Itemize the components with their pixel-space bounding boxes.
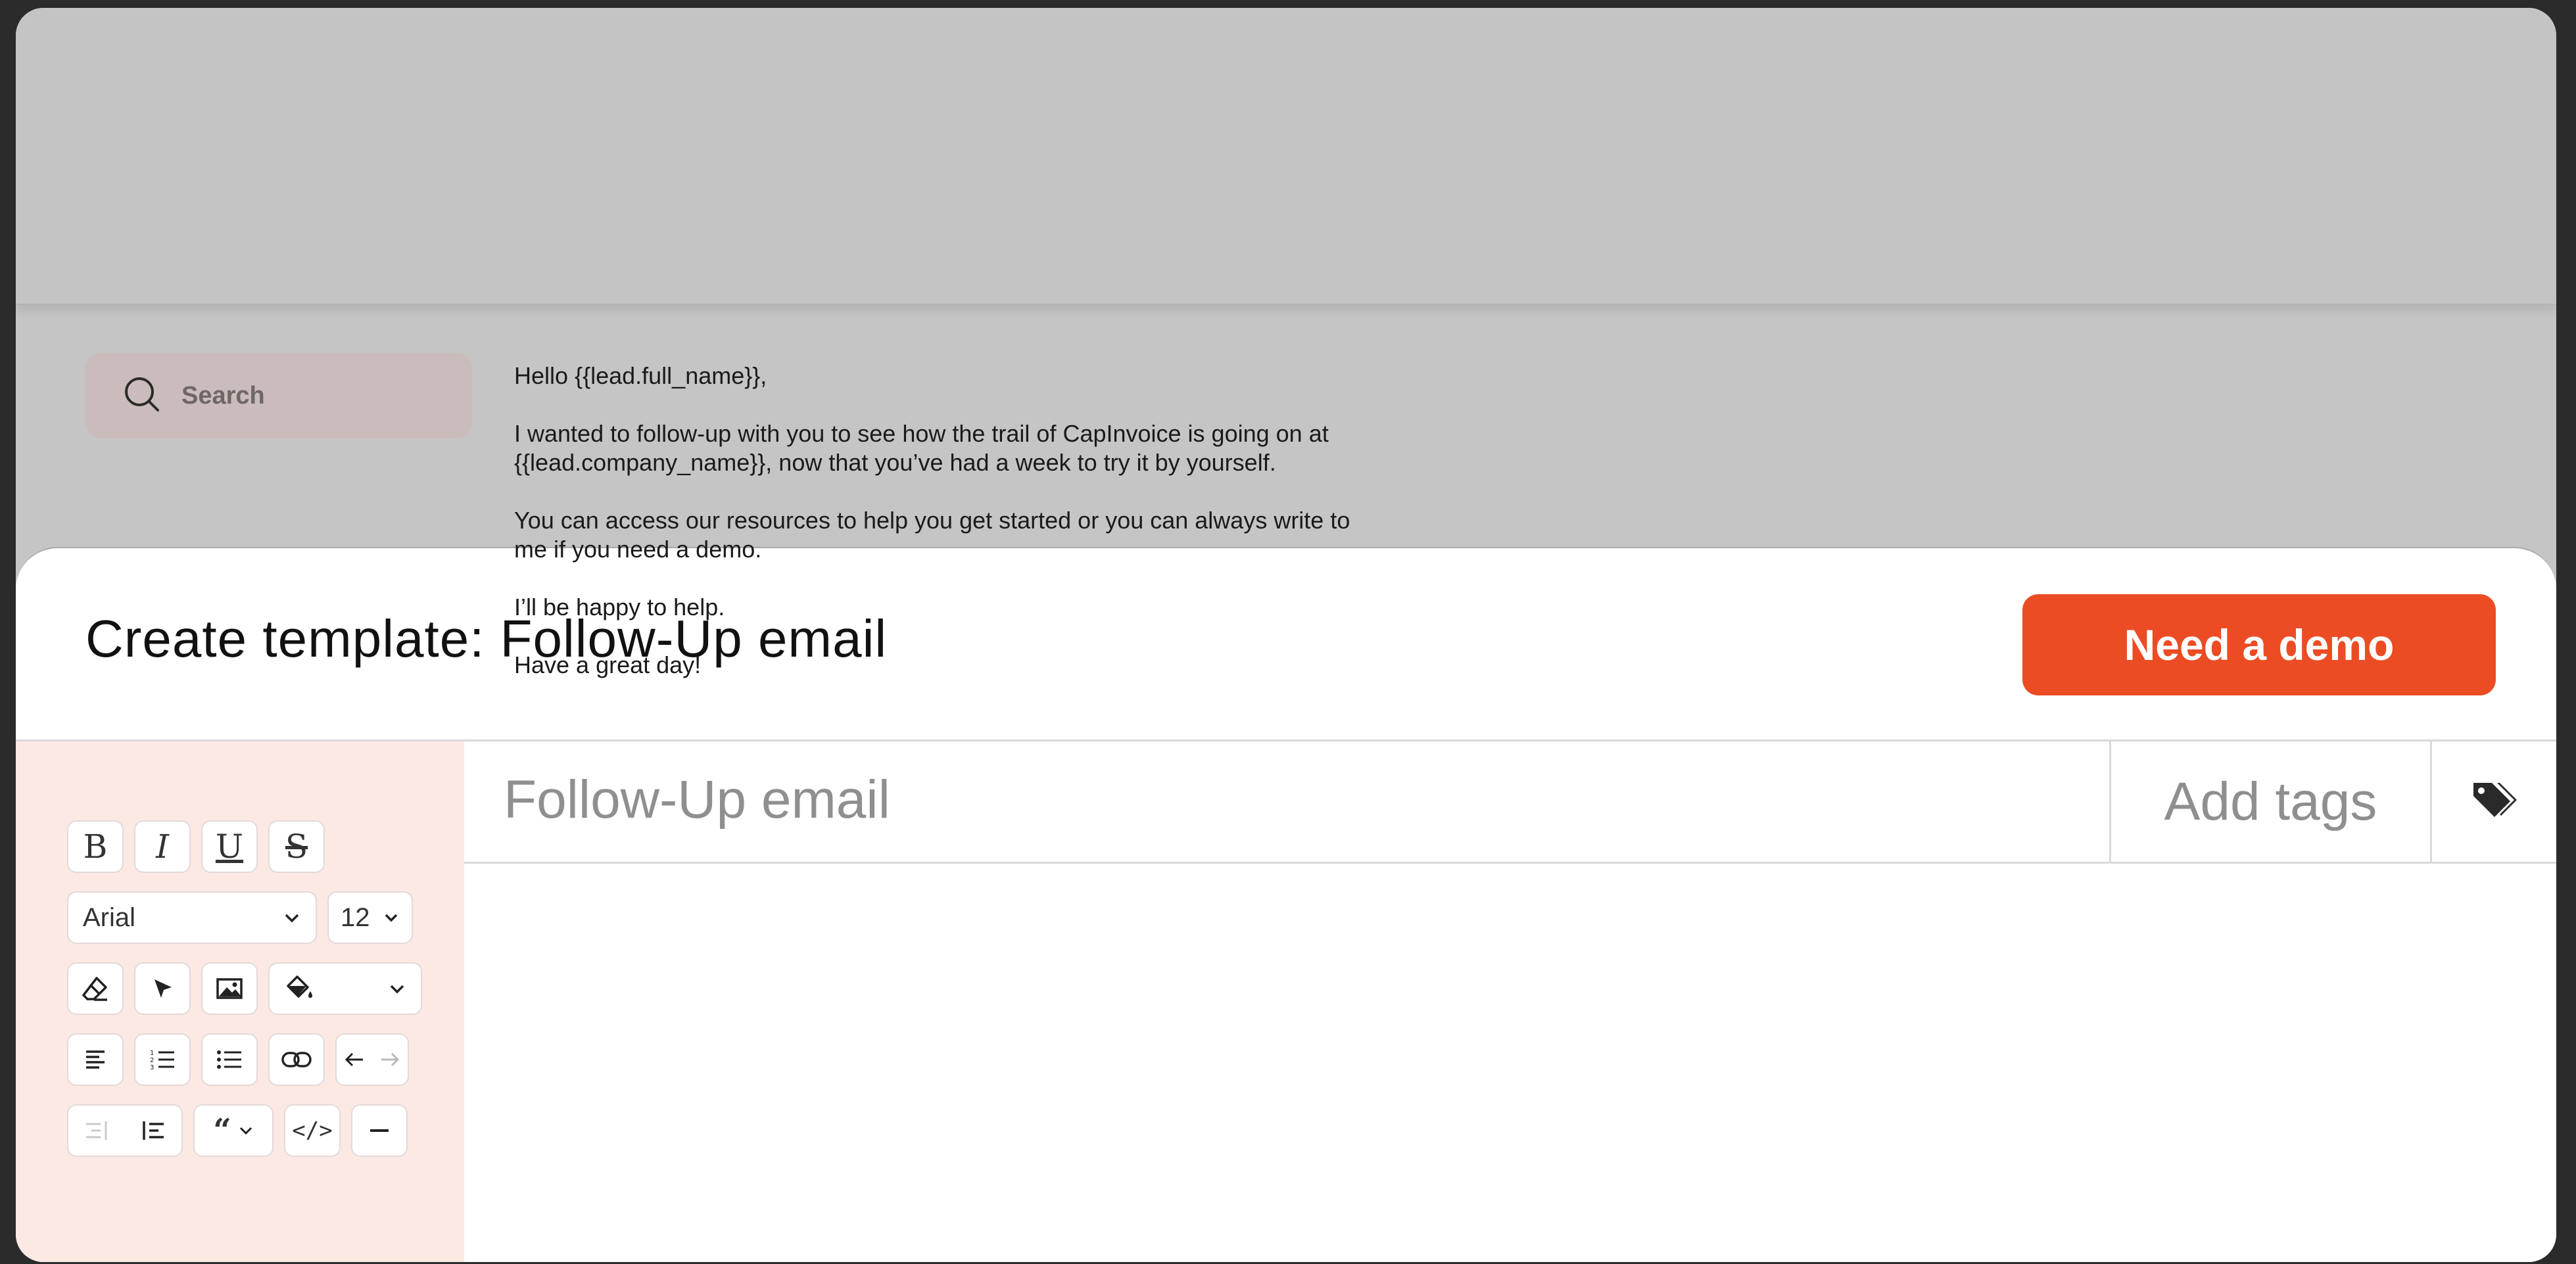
italic-button[interactable]: I bbox=[134, 820, 191, 873]
align-left-button[interactable] bbox=[67, 1033, 124, 1086]
image-icon bbox=[215, 975, 244, 1002]
insert-link-button[interactable] bbox=[268, 1033, 325, 1086]
svg-text:2: 2 bbox=[150, 1057, 154, 1064]
redo-icon[interactable] bbox=[379, 1050, 401, 1069]
font-family-value: Arial bbox=[83, 902, 136, 932]
bullet-list-icon bbox=[215, 1046, 244, 1073]
eraser-icon bbox=[81, 974, 110, 1003]
fill-color-select[interactable] bbox=[268, 962, 422, 1015]
outdent-icon[interactable] bbox=[83, 1119, 110, 1142]
body-line: I wanted to follow-up with you to see ho… bbox=[514, 420, 1329, 447]
need-demo-button[interactable]: Need a demo bbox=[2022, 594, 2496, 695]
link-icon bbox=[281, 1050, 312, 1069]
search-input[interactable]: Search bbox=[181, 382, 265, 410]
search-icon bbox=[122, 375, 162, 417]
chevron-down-icon bbox=[388, 982, 406, 995]
body-line: You can access our resources to help you… bbox=[514, 507, 1350, 534]
code-icon: </> bbox=[292, 1117, 333, 1144]
select-button[interactable] bbox=[134, 962, 191, 1015]
undo-icon[interactable] bbox=[343, 1050, 366, 1069]
body-closing: Have a great day! bbox=[514, 651, 702, 678]
body-paragraph: I’ll be happy to help. bbox=[514, 594, 725, 620]
svg-text:1: 1 bbox=[150, 1050, 154, 1057]
tags-icon bbox=[2469, 779, 2519, 824]
horizontal-rule-button[interactable] bbox=[351, 1104, 408, 1157]
subject-row: Follow-Up email Add tags bbox=[464, 741, 2556, 864]
quote-icon: “ bbox=[213, 1112, 231, 1149]
insert-image-button[interactable] bbox=[201, 962, 258, 1015]
tags-button[interactable] bbox=[2430, 741, 2556, 862]
bullet-list-button[interactable] bbox=[201, 1033, 258, 1086]
chevron-down-icon bbox=[238, 1125, 254, 1136]
template-name-input[interactable]: Follow-Up email bbox=[504, 769, 890, 831]
fill-color-icon bbox=[284, 974, 314, 1003]
svg-text:3: 3 bbox=[150, 1064, 154, 1071]
formatting-toolbar: B I U S Arial 12 1 2 3 “ </> bbox=[16, 741, 464, 1262]
code-button[interactable]: </> bbox=[284, 1104, 341, 1157]
header-overlay bbox=[16, 8, 2556, 305]
strikethrough-button[interactable]: S bbox=[268, 820, 325, 873]
blockquote-select[interactable]: “ bbox=[193, 1104, 274, 1157]
chevron-down-icon bbox=[283, 911, 301, 924]
font-size-select[interactable]: 12 bbox=[327, 891, 413, 944]
add-tags-input[interactable]: Add tags bbox=[2109, 741, 2430, 862]
clear-format-button[interactable] bbox=[67, 962, 124, 1015]
indent-controls bbox=[67, 1104, 183, 1157]
bold-button[interactable]: B bbox=[67, 820, 124, 873]
body-paragraph: I wanted to follow-up with you to see ho… bbox=[514, 419, 1566, 477]
body-paragraph: You can access our resources to help you… bbox=[514, 506, 1566, 564]
chevron-down-icon bbox=[383, 911, 400, 924]
body-line: me if you need a demo. bbox=[514, 536, 762, 563]
indent-icon[interactable] bbox=[140, 1119, 166, 1142]
font-size-value: 12 bbox=[341, 902, 370, 932]
body-line: {{lead.company_name}}, now that you’ve h… bbox=[514, 449, 1276, 476]
email-body-editor[interactable]: Hello {{lead.full_name}}, I wanted to fo… bbox=[514, 362, 1566, 709]
history-controls bbox=[335, 1033, 409, 1086]
ordered-list-button[interactable]: 123 bbox=[134, 1033, 191, 1086]
ordered-list-icon: 123 bbox=[148, 1046, 177, 1073]
align-left-icon bbox=[82, 1046, 108, 1073]
body-greeting: Hello {{lead.full_name}}, bbox=[514, 362, 767, 389]
search-field[interactable]: Search bbox=[85, 353, 472, 438]
cursor-icon bbox=[149, 975, 176, 1002]
horizontal-rule-icon bbox=[368, 1127, 391, 1134]
app-window: Search Create template: Follow-Up email … bbox=[16, 8, 2556, 1262]
font-family-select[interactable]: Arial bbox=[67, 891, 317, 944]
underline-button[interactable]: U bbox=[201, 820, 258, 873]
